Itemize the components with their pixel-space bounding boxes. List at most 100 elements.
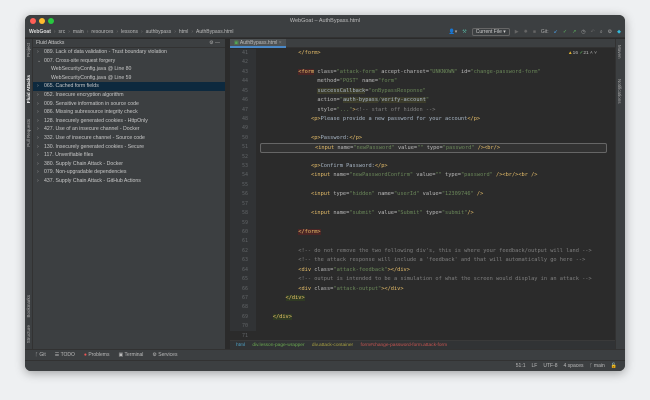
vulnerability-item[interactable]: › 086. Missing subresource integrity chec…: [33, 108, 225, 117]
line-number[interactable]: 57: [230, 200, 256, 209]
line-number[interactable]: 66: [230, 285, 256, 294]
line-number[interactable]: 43: [230, 68, 256, 77]
vulnerability-item[interactable]: › 079. Non-upgradable dependencies: [33, 168, 225, 177]
terminal-tool-button[interactable]: ▣ Terminal: [118, 352, 143, 358]
line-number[interactable]: 61: [230, 237, 256, 246]
line-number[interactable]: 68: [230, 303, 256, 312]
git-commit-icon[interactable]: ✓: [563, 29, 567, 35]
vulnerability-item[interactable]: › 332. Use of insecure channel - Source c…: [33, 134, 225, 143]
chevron-right-icon[interactable]: ›: [37, 91, 44, 100]
problems-tool-button[interactable]: ● Problems: [84, 352, 110, 358]
maven-tool-button[interactable]: Maven: [617, 45, 622, 59]
vulnerability-item[interactable]: ⌄ 007. Cross-site request forgery: [33, 57, 225, 66]
caret-position[interactable]: 51:1: [516, 363, 526, 369]
code-crumb[interactable]: div.lesson-page-wrapper: [252, 343, 304, 348]
rollback-icon[interactable]: ↶: [591, 29, 595, 35]
line-number[interactable]: 55: [230, 181, 256, 190]
debug-icon[interactable]: ✹: [524, 29, 528, 35]
vulnerability-item[interactable]: › 117. Unverifiable files: [33, 151, 225, 160]
todo-tool-button[interactable]: ☰ TODO: [55, 352, 75, 358]
lock-icon[interactable]: 🔓: [611, 363, 617, 369]
crumb[interactable]: main: [73, 29, 84, 35]
line-number[interactable]: 56: [230, 190, 256, 199]
crumb[interactable]: resources: [91, 29, 113, 35]
vulnerability-item[interactable]: › 089. Lack of data validation - Trust bo…: [33, 48, 225, 57]
line-number[interactable]: 58: [230, 209, 256, 218]
bookmarks-tool-button[interactable]: Bookmarks: [26, 295, 31, 318]
line-number[interactable]: 54: [230, 171, 256, 180]
line-number[interactable]: 69: [230, 313, 256, 322]
close-button[interactable]: [30, 18, 36, 24]
close-tab-icon[interactable]: ×: [279, 40, 282, 46]
line-number[interactable]: 49: [230, 124, 256, 133]
crumb[interactable]: authbypass: [146, 29, 172, 35]
crumb[interactable]: html: [179, 29, 188, 35]
chevron-right-icon[interactable]: ›: [37, 117, 44, 126]
git-push-icon[interactable]: ↗: [572, 29, 576, 35]
plugin-logo-icon[interactable]: ◆: [617, 29, 621, 35]
user-icon[interactable]: 👤▾: [449, 29, 458, 35]
line-number[interactable]: 59: [230, 219, 256, 228]
code-crumb[interactable]: div.attack-container: [312, 343, 353, 348]
chevron-right-icon[interactable]: ›: [37, 125, 44, 134]
line-number[interactable]: 50: [230, 134, 256, 143]
line-number[interactable]: 42: [230, 58, 256, 67]
line-number[interactable]: 51: [230, 143, 256, 152]
gear-icon[interactable]: ⚙: [209, 40, 213, 46]
chevron-right-icon[interactable]: ›: [37, 48, 44, 57]
line-number[interactable]: 62: [230, 247, 256, 256]
hide-icon[interactable]: —: [215, 40, 220, 46]
minimize-button[interactable]: [39, 18, 45, 24]
vulnerability-item[interactable]: › 009. Sensitive information in source co…: [33, 100, 225, 109]
finding-location[interactable]: WebSecurityConfig.java @ Line 59: [33, 74, 225, 83]
finding-location[interactable]: WebSecurityConfig.java @ Line 80: [33, 65, 225, 74]
vulnerability-item[interactable]: › 128. Insecurely generated cookies - Htt…: [33, 117, 225, 126]
line-number[interactable]: 48: [230, 115, 256, 124]
tab-authbypass[interactable]: ▣ AuthBypass.html ×: [230, 39, 286, 48]
vulnerability-item[interactable]: › 065. Cached form fields: [33, 82, 225, 91]
line-number[interactable]: 64: [230, 266, 256, 275]
chevron-right-icon[interactable]: ›: [37, 160, 44, 169]
crumb[interactable]: lessons: [121, 29, 138, 35]
notifications-tool-button[interactable]: Notifications: [617, 79, 622, 104]
chevron-right-icon[interactable]: ›: [37, 177, 44, 186]
line-number[interactable]: 63: [230, 256, 256, 265]
indent-setting[interactable]: 4 spaces: [564, 363, 584, 369]
line-number[interactable]: 52: [230, 153, 256, 162]
run-icon[interactable]: ▶: [515, 29, 519, 35]
line-number[interactable]: 45: [230, 87, 256, 96]
chevron-right-icon[interactable]: ›: [37, 108, 44, 117]
line-number[interactable]: 47: [230, 106, 256, 115]
crumb-project[interactable]: WebGoat: [29, 29, 51, 35]
vulnerability-item[interactable]: › 380. Supply Chain Attack - Docker: [33, 160, 225, 169]
zoom-button[interactable]: [48, 18, 54, 24]
git-update-icon[interactable]: ↙: [554, 29, 558, 35]
chevron-right-icon[interactable]: ›: [37, 82, 44, 91]
fluid-attacks-tool-button[interactable]: Fluid Attacks: [26, 75, 31, 103]
line-separator[interactable]: LF: [532, 363, 538, 369]
pull-requests-tool-button[interactable]: Pull Requests: [26, 119, 31, 147]
chevron-right-icon[interactable]: ›: [37, 151, 44, 160]
chevron-right-icon[interactable]: ›: [37, 100, 44, 109]
history-icon[interactable]: ◷: [581, 29, 585, 35]
chevron-right-icon[interactable]: ›: [37, 143, 44, 152]
vulnerability-item[interactable]: › 130. Insecurely generated cookies - Sec…: [33, 143, 225, 152]
line-number[interactable]: 60: [230, 228, 256, 237]
line-number[interactable]: 67: [230, 294, 256, 303]
line-number[interactable]: 53: [230, 162, 256, 171]
structure-tool-button[interactable]: Structure: [26, 325, 31, 343]
git-branch[interactable]: ᚴ main: [590, 363, 605, 369]
line-number[interactable]: 70: [230, 322, 256, 331]
chevron-right-icon[interactable]: ›: [37, 134, 44, 143]
services-tool-button[interactable]: ⚙ Services: [152, 352, 177, 358]
line-number[interactable]: 44: [230, 77, 256, 86]
code-crumb[interactable]: form#change-password-form.attack-form: [361, 343, 448, 348]
git-tool-button[interactable]: ᚴ Git: [35, 352, 46, 358]
settings-gear-icon[interactable]: ⚙: [608, 29, 612, 35]
chevron-right-icon[interactable]: ›: [37, 168, 44, 177]
vulnerability-item[interactable]: › 427. Use of an insecure channel - Docke…: [33, 125, 225, 134]
project-tool-button[interactable]: Project: [26, 43, 31, 57]
stop-icon[interactable]: ■: [533, 29, 536, 35]
run-config-select[interactable]: Current File ▾: [471, 28, 510, 36]
chevron-down-icon[interactable]: ⌄: [37, 57, 44, 66]
